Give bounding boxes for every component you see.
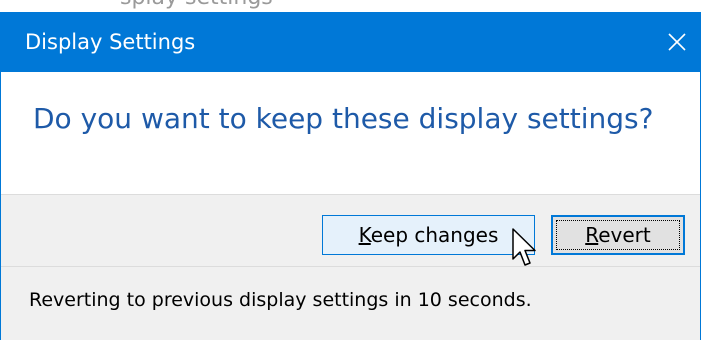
revert-mnemonic: R	[585, 223, 599, 247]
keep-changes-button[interactable]: Keep changes	[322, 215, 535, 255]
title-bar[interactable]: Display Settings	[1, 12, 700, 72]
display-settings-dialog: Display Settings Do you want to keep the…	[0, 12, 701, 340]
dialog-message: Do you want to keep these display settin…	[33, 102, 654, 135]
revert-countdown-text: Reverting to previous display settings i…	[29, 289, 532, 311]
close-button[interactable]	[654, 12, 700, 72]
background-window-fragment: splay settings	[0, 0, 701, 12]
revert-label: Revert	[585, 223, 651, 247]
status-bar: Reverting to previous display settings i…	[1, 266, 700, 340]
revert-button[interactable]: Revert	[551, 215, 685, 255]
message-area: Do you want to keep these display settin…	[1, 72, 700, 194]
keep-changes-label-rest: eep changes	[370, 223, 499, 247]
keep-changes-mnemonic: K	[358, 223, 371, 247]
keep-changes-label: Keep changes	[359, 223, 499, 247]
revert-label-rest: evert	[598, 223, 651, 247]
close-icon	[668, 33, 686, 51]
button-area: Keep changes Revert	[1, 194, 700, 266]
dialog-title: Display Settings	[25, 30, 196, 54]
screen: splay settings Display Settings Do you w…	[0, 0, 701, 340]
background-fragment-text: splay settings	[120, 0, 273, 10]
